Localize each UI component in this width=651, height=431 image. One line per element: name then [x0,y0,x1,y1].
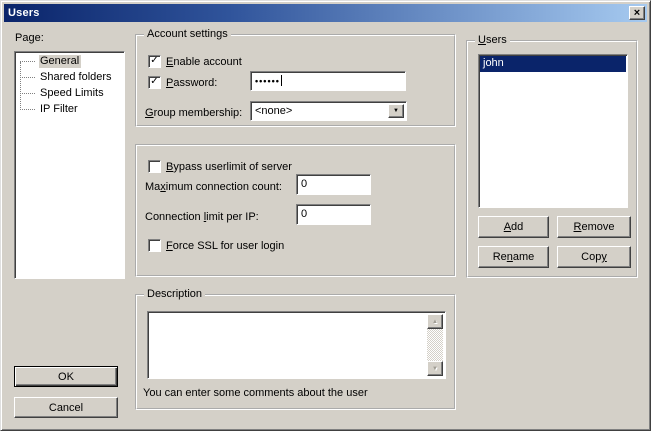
max-connection-count-label: Maximum connection count: [145,181,282,194]
title-bar[interactable]: Users × [4,4,647,22]
check-icon: ✓ [150,56,158,66]
window-title: Users [8,7,40,19]
chevron-down-icon: ▼ [393,108,399,114]
account-settings-group: Account settings ✓ Enable account ✓ Pass… [135,34,456,127]
tree-item-general[interactable]: General [15,54,124,70]
users-title: Users [475,34,510,47]
text-caret [281,75,282,86]
bypass-userlimit-label[interactable]: Bypass userlimit of server [166,161,292,174]
connection-limit-per-ip-input[interactable]: 0 [296,204,371,225]
account-settings-title: Account settings [144,28,231,41]
description-title: Description [144,288,205,301]
password-label[interactable]: Password: [166,77,217,90]
group-membership-select[interactable]: <none> ▼ [250,101,407,121]
force-ssl-checkbox[interactable] [148,239,161,252]
group-membership-label: Group membership: [145,107,242,120]
cancel-button[interactable]: Cancel [14,397,118,418]
force-ssl-label[interactable]: Force SSL for user login [166,240,284,253]
scroll-up-icon: ▲ [432,319,438,325]
limits-group: Bypass userlimit of server Maximum conne… [135,144,456,277]
scroll-down-icon: ▼ [432,366,438,372]
page-tree: General Shared folders Speed Limits IP F… [14,51,125,279]
description-textarea[interactable]: ▲ ▼ [147,311,446,379]
scroll-down-button[interactable]: ▼ [427,361,443,376]
tree-item-speed-limits[interactable]: Speed Limits [15,86,124,102]
dropdown-button[interactable]: ▼ [388,104,404,118]
tree-item-shared-folders[interactable]: Shared folders [15,70,124,86]
add-button[interactable]: Add [478,216,549,238]
password-input[interactable]: •••••• [250,71,406,91]
scroll-track[interactable] [427,329,443,361]
password-checkbox[interactable]: ✓ [148,76,161,89]
close-icon: × [634,8,640,18]
remove-button[interactable]: Remove [557,216,631,238]
description-group: Description ▲ ▼ You can enter some comme… [135,294,456,410]
connection-limit-per-ip-label: Connection limit per IP: [145,211,259,224]
description-scrollbar[interactable]: ▲ ▼ [427,314,443,376]
copy-button[interactable]: Copy [557,246,631,268]
close-button[interactable]: × [629,6,645,20]
users-group: Users john Add Remove Rename Copy [466,40,638,278]
enable-account-label[interactable]: Enable account [166,56,242,69]
enable-account-checkbox[interactable]: ✓ [148,55,161,68]
dialog-window: Users × Page: General Shared folders Spe… [0,0,651,431]
bypass-userlimit-checkbox[interactable] [148,160,161,173]
page-label: Page: [15,32,44,45]
rename-button[interactable]: Rename [478,246,549,268]
description-hint: You can enter some comments about the us… [143,387,368,400]
tree-item-ip-filter[interactable]: IP Filter [15,102,124,118]
max-connection-count-input[interactable]: 0 [296,174,371,195]
users-listbox[interactable]: john [478,54,628,208]
scroll-up-button[interactable]: ▲ [427,314,443,329]
ok-button[interactable]: OK [14,366,118,387]
check-icon: ✓ [150,77,158,87]
list-item-john[interactable]: john [480,56,626,72]
